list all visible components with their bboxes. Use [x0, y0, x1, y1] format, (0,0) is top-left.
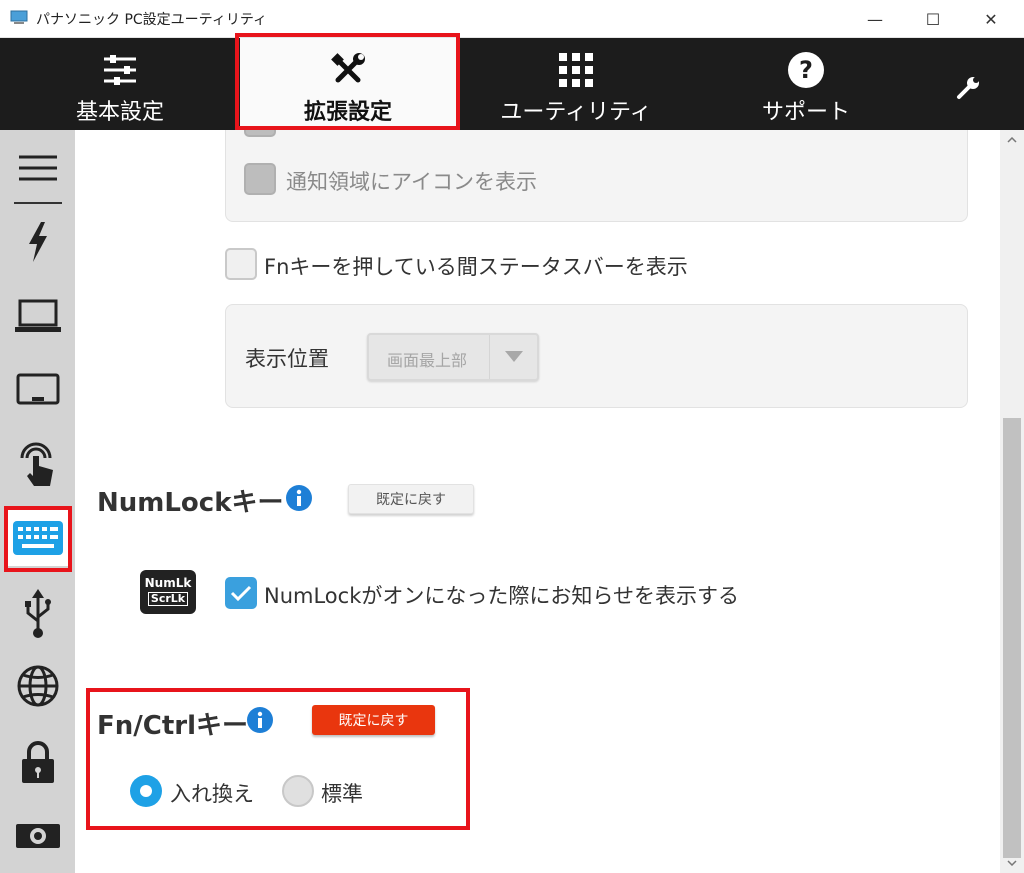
- notification-panel: 通知領域にアイコンを表示: [225, 130, 968, 222]
- tab-label: 基本設定: [75, 100, 164, 125]
- checkmark-icon: [230, 585, 252, 602]
- numlock-section-title: NumLockキー: [97, 488, 284, 518]
- tab-basic-settings[interactable]: 基本設定: [20, 38, 220, 130]
- hidden-checkbox[interactable]: [244, 130, 276, 137]
- vertical-scrollbar[interactable]: [1000, 130, 1024, 873]
- scroll-down-arrow-icon[interactable]: [1000, 853, 1024, 873]
- usb-icon[interactable]: [8, 586, 68, 642]
- chevron-down-icon: [489, 335, 537, 379]
- sidebar-highlight-frame: [4, 506, 72, 572]
- lock-icon[interactable]: [8, 734, 68, 790]
- wrench-icon[interactable]: [948, 68, 988, 108]
- tab-highlight-frame: [235, 33, 460, 130]
- fn-status-checkbox[interactable]: [225, 248, 257, 280]
- help-icon: ?: [786, 50, 826, 90]
- notify-icon-label: 通知領域にアイコンを表示: [286, 170, 537, 194]
- grid-icon: [556, 50, 596, 90]
- numlock-key-icon: NumLk ScrLk: [140, 570, 196, 614]
- position-select-value: 画面最上部: [387, 351, 468, 370]
- notify-icon-checkbox[interactable]: [244, 163, 276, 195]
- info-icon[interactable]: [285, 484, 313, 512]
- close-button[interactable]: ✕: [968, 0, 1014, 38]
- globe-icon[interactable]: [8, 658, 68, 714]
- scrollbar-thumb[interactable]: [1003, 418, 1021, 858]
- window-title: パナソニック PC設定ユーティリティ: [36, 12, 267, 28]
- touch-icon[interactable]: [8, 436, 68, 492]
- sliders-icon: [100, 50, 140, 90]
- svg-text:?: ?: [799, 56, 813, 84]
- position-panel: [225, 304, 968, 408]
- minimize-button[interactable]: —: [852, 0, 898, 38]
- numlock-notify-checkbox[interactable]: [225, 577, 257, 609]
- menu-icon[interactable]: [8, 140, 68, 196]
- display-icon[interactable]: [8, 362, 68, 418]
- power-icon[interactable]: [8, 214, 68, 270]
- numlock-key-top: NumLk: [144, 576, 192, 590]
- tab-support[interactable]: ? サポート: [706, 38, 906, 130]
- fn-status-label: Fnキーを押している間ステータスバーを表示: [264, 255, 688, 279]
- scroll-up-arrow-icon[interactable]: [1000, 130, 1024, 150]
- tab-label: サポート: [761, 100, 850, 125]
- numlock-reset-button[interactable]: 既定に戻す: [348, 484, 474, 514]
- top-nav: 基本設定 拡張設定 ユーティリティ ? サポート: [0, 38, 1024, 130]
- numlock-key-bottom: ScrLk: [147, 592, 189, 606]
- sidebar: [0, 130, 75, 873]
- title-bar: パナソニック PC設定ユーティリティ — ☐ ✕: [0, 0, 1024, 38]
- laptop-icon[interactable]: [8, 288, 68, 344]
- fnctrl-highlight-frame: [86, 688, 470, 830]
- numlock-notify-label: NumLockがオンになった際にお知らせを表示する: [264, 584, 739, 608]
- tab-label: ユーティリティ: [500, 100, 652, 125]
- camera-icon[interactable]: [8, 806, 68, 862]
- position-select[interactable]: 画面最上部: [367, 333, 539, 381]
- tab-utility[interactable]: ユーティリティ: [476, 38, 676, 130]
- maximize-button[interactable]: ☐: [910, 0, 956, 38]
- app-icon: [10, 10, 28, 24]
- position-label: 表示位置: [245, 347, 329, 371]
- sidebar-divider: [14, 202, 62, 204]
